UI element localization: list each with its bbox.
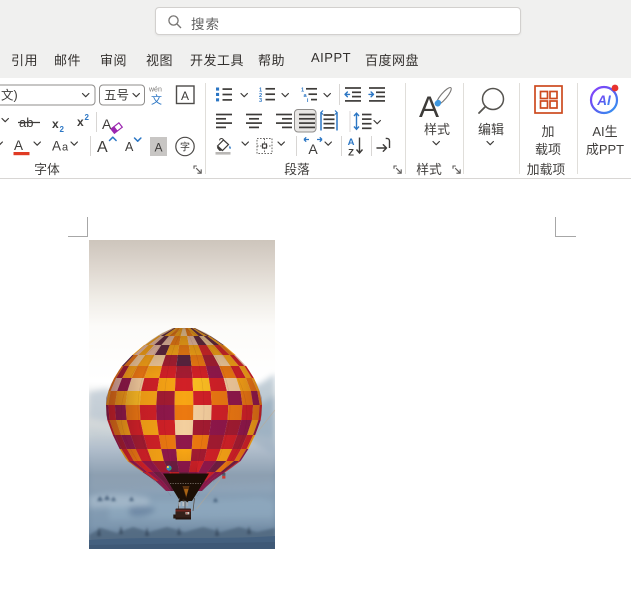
svg-text:文): 文) bbox=[1, 88, 18, 103]
svg-text:a: a bbox=[62, 142, 69, 154]
svg-text:wén: wén bbox=[148, 87, 162, 94]
svg-text:A: A bbox=[14, 138, 23, 153]
svg-text:i: i bbox=[307, 98, 309, 104]
svg-text:A: A bbox=[181, 89, 189, 103]
svg-text:加: 加 bbox=[541, 124, 554, 139]
svg-text:段落: 段落 bbox=[284, 162, 310, 177]
svg-text:A: A bbox=[419, 91, 439, 124]
svg-text:A: A bbox=[97, 139, 108, 156]
svg-text:字: 字 bbox=[180, 141, 190, 154]
svg-text:AI生: AI生 bbox=[592, 124, 617, 139]
svg-text:3: 3 bbox=[259, 98, 262, 104]
svg-text:载项: 载项 bbox=[535, 142, 561, 157]
svg-text:样式: 样式 bbox=[424, 122, 450, 137]
svg-text:文: 文 bbox=[151, 93, 162, 107]
svg-text:A: A bbox=[102, 116, 112, 132]
svg-text:A: A bbox=[348, 137, 355, 148]
svg-text:成PPT: 成PPT bbox=[586, 142, 624, 157]
svg-text:加载项: 加载项 bbox=[527, 162, 566, 177]
svg-text:字体: 字体 bbox=[34, 162, 60, 177]
svg-text:x: x bbox=[52, 117, 59, 131]
svg-text:2: 2 bbox=[60, 125, 65, 134]
svg-text:样式: 样式 bbox=[416, 162, 442, 177]
svg-text:A: A bbox=[52, 139, 61, 154]
svg-text:x: x bbox=[77, 115, 84, 129]
svg-text:AI: AI bbox=[596, 93, 611, 108]
svg-text:A: A bbox=[125, 140, 134, 154]
svg-text:编辑: 编辑 bbox=[478, 122, 504, 137]
svg-text:A: A bbox=[154, 141, 162, 155]
svg-text:2: 2 bbox=[85, 113, 90, 122]
svg-text:五号: 五号 bbox=[104, 89, 129, 103]
svg-text:Z: Z bbox=[348, 148, 354, 159]
svg-text:A: A bbox=[308, 141, 318, 157]
